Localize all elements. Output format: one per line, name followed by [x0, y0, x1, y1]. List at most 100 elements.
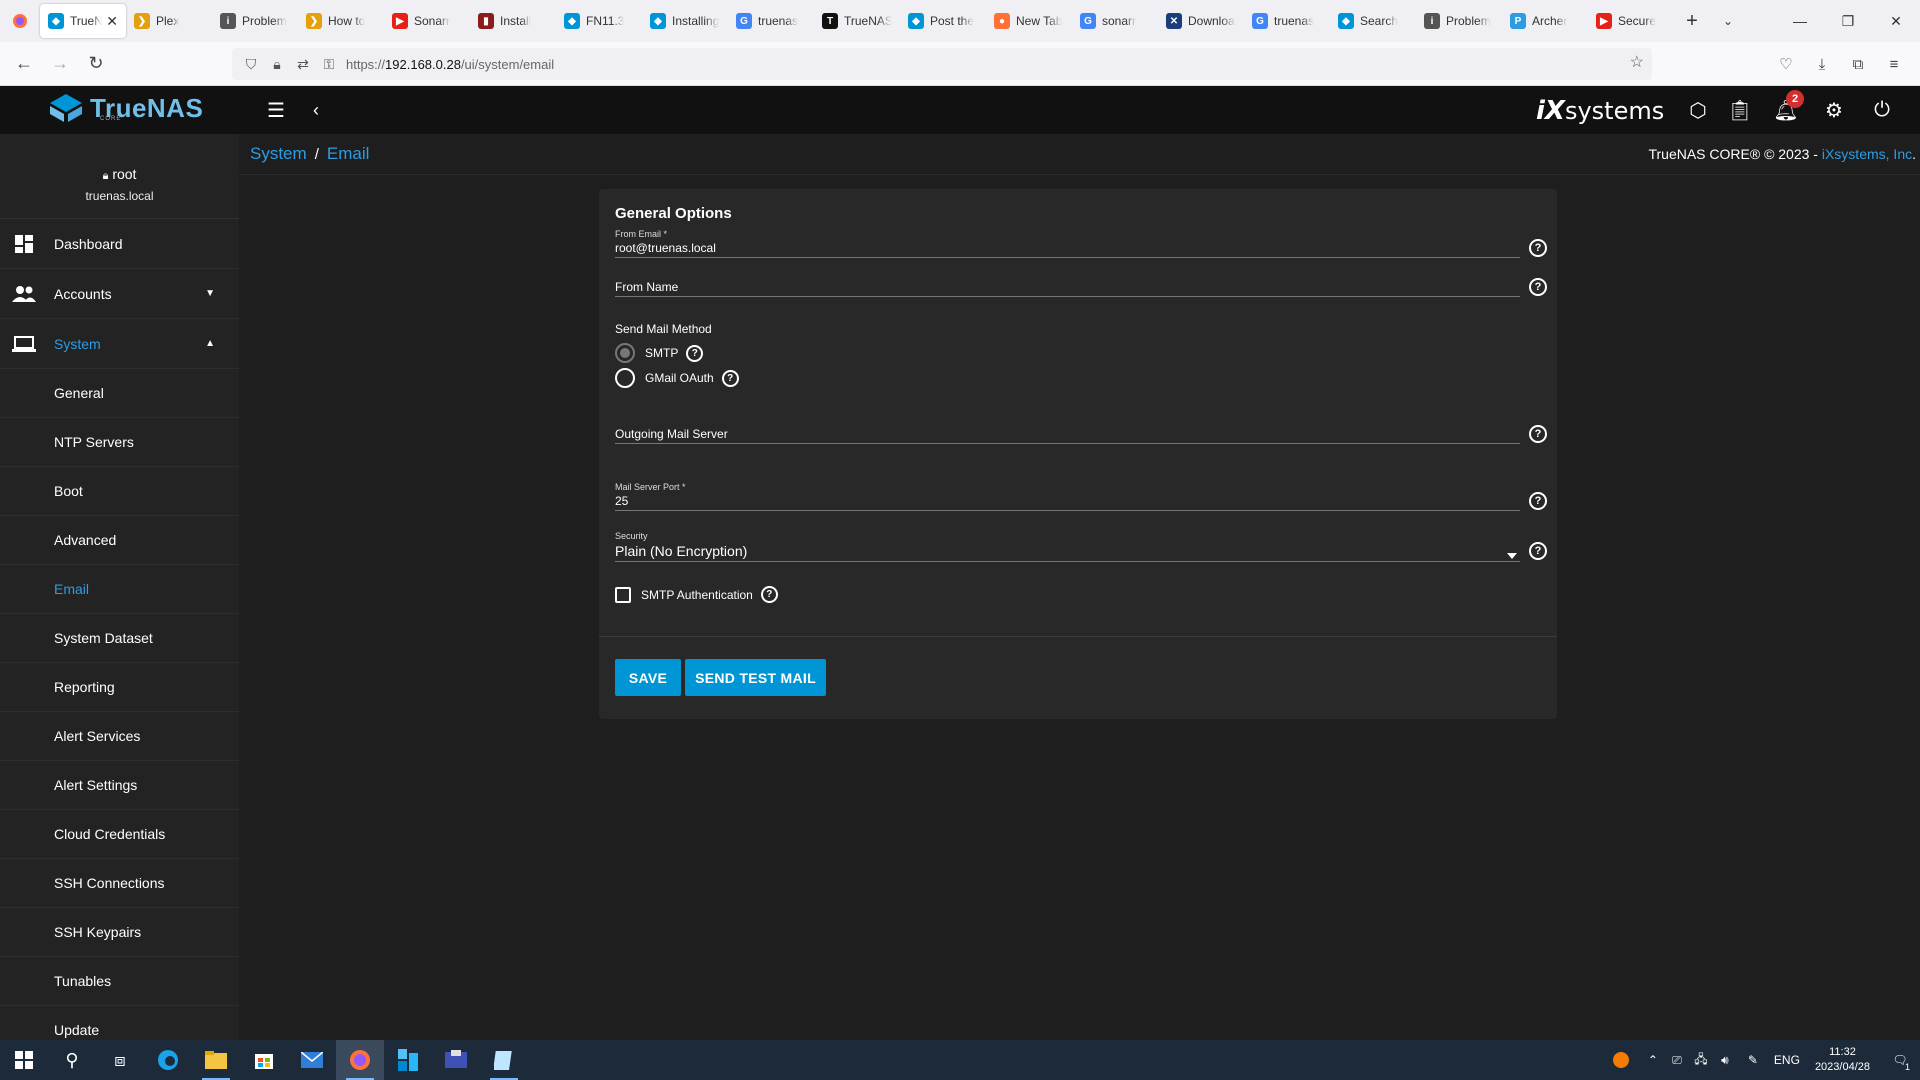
browser-tab[interactable]: ❯ Plex — [126, 4, 212, 38]
port-input[interactable]: 25 — [615, 492, 1520, 510]
sidebar-item-accounts[interactable]: Accounts ▼ — [0, 269, 239, 319]
app-icon[interactable] — [384, 1040, 432, 1080]
task-view-icon[interactable]: ⧈ — [96, 1040, 144, 1080]
help-icon[interactable]: ? — [1529, 492, 1547, 510]
sidebar-subitem-advanced[interactable]: Advanced — [0, 516, 239, 565]
edge-icon[interactable] — [144, 1040, 192, 1080]
bookmark-star-icon[interactable]: ☆ — [1630, 52, 1644, 72]
firefox-menu-icon[interactable] — [0, 0, 40, 42]
help-icon[interactable]: ? — [1529, 542, 1547, 560]
browser-tab[interactable]: Gsonarr — [1072, 4, 1158, 38]
sidebar-subitem-cloud-credentials[interactable]: Cloud Credentials — [0, 810, 239, 859]
browser-tab[interactable]: ◆ Search — [1330, 4, 1416, 38]
sidebar-subitem-update[interactable]: Update — [0, 1006, 239, 1040]
lock-icon[interactable]: 🔒︎ — [264, 51, 290, 77]
sidebar-subitem-system-dataset[interactable]: System Dataset — [0, 614, 239, 663]
security-value[interactable]: Plain (No Encryption) — [615, 541, 1520, 561]
smtp-radio-row[interactable]: SMTP ? — [615, 343, 704, 363]
action-center-icon[interactable]: 🗨︎ 1 — [1880, 1040, 1920, 1080]
list-all-tabs-button[interactable]: ⌄ — [1710, 4, 1746, 38]
security-select[interactable]: Security Plain (No Encryption) — [615, 531, 1520, 562]
help-icon[interactable]: ? — [1529, 425, 1547, 443]
outgoing-mail-server-input[interactable]: Outgoing Mail Server — [615, 425, 1520, 443]
help-icon[interactable]: ? — [1529, 278, 1547, 296]
gmail-radio-row[interactable]: GMail OAuth ? — [615, 368, 739, 388]
firefox-taskbar-icon[interactable] — [336, 1040, 384, 1080]
url-bar[interactable]: ⛉ 🔒︎ ⇄ ⚿ https://192.168.0.28/ui/system/… — [232, 48, 1652, 80]
smtp-radio[interactable] — [615, 343, 635, 363]
browser-tab[interactable]: i Problem — [212, 4, 298, 38]
browser-tab[interactable]: ● New Tab — [986, 4, 1072, 38]
browser-tab[interactable]: ▮ Install — [470, 4, 556, 38]
show-hidden-icons-chevron-icon[interactable]: ⌃ — [1641, 1040, 1665, 1080]
sidebar-subitem-ntp-servers[interactable]: NTP Servers — [0, 418, 239, 467]
sidebar-subitem-boot[interactable]: Boot — [0, 467, 239, 516]
notepad-icon[interactable] — [480, 1040, 528, 1080]
chevron-down-icon[interactable] — [1507, 553, 1517, 559]
store-icon[interactable] — [240, 1040, 288, 1080]
tab-close-icon[interactable]: ✕ — [106, 13, 118, 30]
browser-tab[interactable]: Gtruenas — [728, 4, 814, 38]
browser-tab[interactable]: ◆ Installing — [642, 4, 728, 38]
send-test-mail-button[interactable]: SEND TEST MAIL — [685, 659, 826, 696]
permissions-icon[interactable]: ⇄ — [290, 51, 316, 77]
sidebar-subitem-alert-services[interactable]: Alert Services — [0, 712, 239, 761]
sidebar-subitem-tunables[interactable]: Tunables — [0, 957, 239, 1006]
search-icon[interactable]: ⚲ — [48, 1040, 96, 1080]
help-icon[interactable]: ? — [1529, 239, 1547, 257]
gmail-oauth-radio[interactable] — [615, 368, 635, 388]
from-name-field[interactable]: From Name — [615, 278, 1520, 297]
help-icon[interactable]: ? — [721, 369, 739, 387]
browser-tab[interactable]: ▶ Secure — [1588, 4, 1674, 38]
app-menu-icon[interactable]: ≡ — [1876, 48, 1912, 80]
task-manager-icon[interactable]: 📋︎ — [1724, 94, 1756, 126]
browser-tab[interactable]: Gtruenas — [1244, 4, 1330, 38]
sidebar-item-dashboard[interactable]: Dashboard — [0, 219, 239, 269]
from-name-input[interactable]: From Name — [615, 278, 1520, 296]
help-icon[interactable]: ? — [760, 586, 778, 603]
restore-icon[interactable]: ❐ — [1824, 0, 1872, 42]
sidebar-subitem-reporting[interactable]: Reporting — [0, 663, 239, 712]
language-indicator[interactable]: ENG — [1769, 1040, 1805, 1080]
browser-tab[interactable]: T TrueNAS — [814, 4, 900, 38]
browser-tab[interactable]: ◆ TrueNAS✕ — [40, 4, 126, 38]
browser-tab[interactable]: P Archer — [1502, 4, 1588, 38]
smtp-auth-checkbox[interactable] — [615, 586, 631, 603]
browser-tab[interactable]: ◆ FN11.3 — [556, 4, 642, 38]
close-window-icon[interactable]: ✕ — [1872, 0, 1920, 42]
extensions-icon[interactable]: ⧉ — [1840, 48, 1876, 80]
forward-icon[interactable]: → — [42, 48, 78, 80]
browser-tab[interactable]: ❯ How to — [298, 4, 384, 38]
volume-icon[interactable]: 🔊︎ — [1713, 1040, 1737, 1080]
url-text[interactable]: https://192.168.0.28/ui/system/email — [346, 57, 554, 72]
network-icon[interactable]: 🖧︎ — [1689, 1040, 1713, 1080]
new-tab-button[interactable]: + — [1674, 4, 1710, 38]
collapse-sidebar-icon[interactable]: ‹ — [300, 94, 332, 126]
sidebar-subitem-alert-settings[interactable]: Alert Settings — [0, 761, 239, 810]
sidebar-subitem-general[interactable]: General — [0, 369, 239, 418]
from-email-input[interactable]: root@truenas.local — [615, 239, 1520, 257]
mail-icon[interactable] — [288, 1040, 336, 1080]
shield-icon[interactable]: ⛉ — [238, 51, 264, 77]
help-icon[interactable]: ? — [686, 344, 704, 362]
from-email-field[interactable]: From Email * root@truenas.local — [615, 229, 1520, 258]
ixsystems-logo[interactable]: iX systems — [1536, 96, 1664, 126]
pocket-icon[interactable]: ♡ — [1768, 48, 1804, 80]
back-icon[interactable]: ← — [6, 48, 42, 80]
mail-server-port-field[interactable]: Mail Server Port * 25 — [615, 482, 1520, 511]
minimize-icon[interactable]: — — [1776, 0, 1824, 42]
app-icon[interactable] — [432, 1040, 480, 1080]
settings-gear-icon[interactable]: ⚙ — [1818, 94, 1850, 126]
breadcrumb-system[interactable]: System — [250, 144, 307, 164]
outgoing-mail-server-field[interactable]: Outgoing Mail Server — [615, 425, 1520, 444]
sidebar-item-system[interactable]: System ▲ — [0, 319, 239, 369]
key-icon[interactable]: ⚿ — [316, 51, 342, 77]
file-explorer-icon[interactable] — [192, 1040, 240, 1080]
reload-icon[interactable]: ↻ — [78, 48, 114, 80]
browser-tab[interactable]: ◆ Post the — [900, 4, 986, 38]
truenas-logo[interactable]: TrueNAS — [48, 92, 203, 124]
save-button[interactable]: SAVE — [615, 659, 681, 696]
sidebar-subitem-ssh-keypairs[interactable]: SSH Keypairs — [0, 908, 239, 957]
browser-tab[interactable]: i Problem — [1416, 4, 1502, 38]
power-icon[interactable]: ⏻ — [1866, 94, 1898, 126]
